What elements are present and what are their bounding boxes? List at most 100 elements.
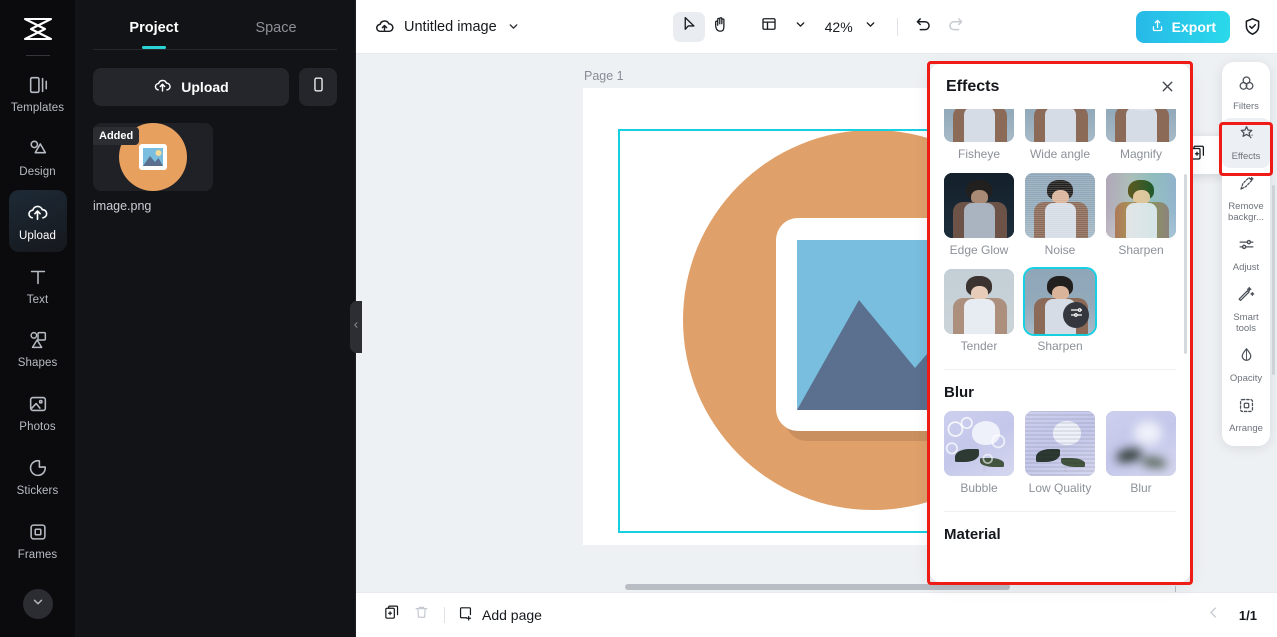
effect-item[interactable]: Wide angle <box>1025 109 1095 171</box>
close-icon[interactable] <box>1159 78 1176 95</box>
asset-thumbnail[interactable]: Added <box>93 123 213 191</box>
sidebar-item-frames[interactable]: Frames <box>9 509 67 571</box>
effect-item[interactable]: Noise <box>1025 173 1095 267</box>
upload-button-label: Upload <box>181 79 229 95</box>
thumb-bloom <box>1134 421 1162 445</box>
effect-label: Low Quality <box>1028 481 1092 495</box>
effect-thumbnail[interactable] <box>1106 411 1176 476</box>
tab-project[interactable]: Project <box>93 14 215 49</box>
opacity-drop-icon <box>1237 346 1256 370</box>
effect-item[interactable]: Fisheye <box>944 109 1014 171</box>
thumb-leaf <box>1142 457 1167 467</box>
thumb-lowquality-overlay <box>1025 411 1095 476</box>
mobile-upload-button[interactable] <box>299 68 337 106</box>
arrange-icon <box>1237 396 1256 420</box>
list-item[interactable]: Added image.png <box>93 123 213 213</box>
effect-label: Magnify <box>1119 147 1163 161</box>
undo-button[interactable] <box>908 12 940 42</box>
redo-icon <box>946 15 965 39</box>
effect-label: Blur <box>1130 481 1152 495</box>
upload-cloud-icon <box>153 76 172 98</box>
rail-divider <box>25 54 50 56</box>
tool-effects[interactable]: Effects <box>1222 118 1270 168</box>
effect-item-selected[interactable]: Sharpen <box>1023 267 1097 363</box>
effect-item-empty <box>1106 269 1176 363</box>
effect-thumbnail[interactable] <box>944 269 1014 334</box>
add-page-button[interactable]: Add page <box>457 605 542 625</box>
effect-item[interactable]: Tender <box>944 269 1014 363</box>
effect-thumbnail[interactable] <box>1025 411 1095 476</box>
effect-thumbnail[interactable] <box>944 109 1014 142</box>
tool-adjust[interactable]: Adjust <box>1222 229 1270 279</box>
tab-space[interactable]: Space <box>215 14 337 49</box>
effect-thumbnail[interactable] <box>1025 173 1095 238</box>
layout-dropdown-caret[interactable] <box>785 12 817 42</box>
chevron-down-icon <box>864 18 877 36</box>
zoom-level: 42% <box>824 18 853 35</box>
sidebar-item-shapes[interactable]: Shapes <box>9 317 67 379</box>
sidebar-item-text[interactable]: Text <box>9 254 67 316</box>
duplicate-icon <box>1188 144 1206 167</box>
sidebar-item-upload[interactable]: Upload <box>8 189 67 252</box>
effect-adjust-button[interactable] <box>1063 302 1089 328</box>
select-tool-button[interactable] <box>672 11 705 42</box>
zoom-dropdown-caret[interactable] <box>855 12 887 42</box>
effect-thumbnail[interactable] <box>944 411 1014 476</box>
tool-opacity[interactable]: Opacity <box>1222 340 1270 390</box>
redo-button[interactable] <box>940 12 972 42</box>
thumb-leaf <box>1117 448 1141 462</box>
capcut-logo-icon[interactable] <box>18 14 58 45</box>
shield-check-icon[interactable] <box>1242 16 1263 37</box>
effects-panel: Effects Fisheye Wide angle Magnify Edge … <box>930 64 1190 582</box>
templates-icon <box>27 72 49 98</box>
tool-label: Opacity <box>1229 373 1263 384</box>
document-title[interactable]: Untitled image <box>404 19 497 35</box>
tool-filters[interactable]: Filters <box>1222 68 1270 118</box>
effects-panel-body[interactable]: Fisheye Wide angle Magnify Edge Glow Noi… <box>930 109 1190 582</box>
chevron-down-icon[interactable] <box>507 20 520 33</box>
effect-item[interactable]: Magnify <box>1106 109 1176 171</box>
thumb-noise-overlay <box>1025 173 1095 238</box>
tool-arrange[interactable]: Arrange <box>1222 390 1270 440</box>
effect-thumbnail[interactable] <box>1025 109 1095 142</box>
effect-thumbnail[interactable] <box>944 173 1014 238</box>
sidebar-expand-more-button[interactable] <box>22 589 53 619</box>
tool-rail-scrollbar[interactable] <box>1272 185 1275 375</box>
canvas-horizontal-scrollbar[interactable] <box>625 584 1010 590</box>
add-page-icon <box>457 605 474 625</box>
sidebar-item-design[interactable]: Design <box>9 126 67 188</box>
thumb-chromatic-overlay <box>1106 173 1176 238</box>
effect-item[interactable]: Blur <box>1106 411 1176 505</box>
prev-page-button[interactable] <box>1206 605 1221 625</box>
duplicate-page-button[interactable] <box>376 601 406 629</box>
effect-item[interactable]: Edge Glow <box>944 173 1014 267</box>
effect-thumbnail[interactable] <box>1023 267 1097 336</box>
remove-background-icon <box>1237 174 1256 198</box>
effect-label: Noise <box>1044 243 1076 257</box>
delete-page-button[interactable] <box>406 601 436 629</box>
sidebar-item-stickers[interactable]: Stickers <box>9 445 67 507</box>
top-toolbar: Untitled image 42% Export <box>356 0 1277 54</box>
sidebar-item-photos[interactable]: Photos <box>9 381 67 443</box>
effects-grid-blur: Bubble Low Quality Blur <box>944 411 1176 505</box>
panel-collapse-handle[interactable] <box>350 301 362 353</box>
tool-remove-background[interactable]: Remove backgr... <box>1222 168 1270 229</box>
effect-item[interactable]: Bubble <box>944 411 1014 505</box>
upload-button[interactable]: Upload <box>93 68 289 106</box>
effect-thumbnail[interactable] <box>1106 173 1176 238</box>
cloud-save-icon[interactable] <box>370 16 398 37</box>
export-button[interactable]: Export <box>1135 10 1230 43</box>
layout-button[interactable] <box>753 12 785 42</box>
effect-item[interactable]: Sharpen <box>1106 173 1176 267</box>
tool-smart-tools[interactable]: Smart tools <box>1222 279 1270 340</box>
chevron-left-icon <box>352 318 360 336</box>
effects-panel-scrollbar[interactable] <box>1184 174 1187 354</box>
text-icon <box>27 264 49 290</box>
hand-tool-button[interactable] <box>705 12 737 42</box>
effect-item[interactable]: Low Quality <box>1025 411 1095 505</box>
sidebar-item-templates[interactable]: Templates <box>9 62 67 124</box>
thumb-shirt <box>963 109 996 142</box>
effects-panel-title: Effects <box>946 77 1000 95</box>
effect-thumbnail[interactable] <box>1106 109 1176 142</box>
export-button-label: Export <box>1171 18 1216 35</box>
